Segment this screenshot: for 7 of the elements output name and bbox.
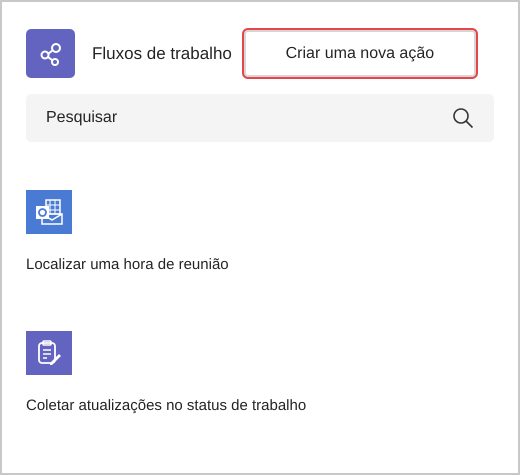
workflows-app-icon <box>26 29 75 78</box>
page-title: Fluxos de trabalho <box>92 42 232 65</box>
create-action-button[interactable]: Criar uma nova ação <box>242 28 478 79</box>
search-field[interactable]: Pesquisar <box>26 94 494 142</box>
search-icon <box>452 107 474 129</box>
template-title[interactable]: Localizar uma hora de reunião <box>26 254 229 276</box>
template-title[interactable]: Coletar atualizações no status de trabalho <box>26 394 306 417</box>
